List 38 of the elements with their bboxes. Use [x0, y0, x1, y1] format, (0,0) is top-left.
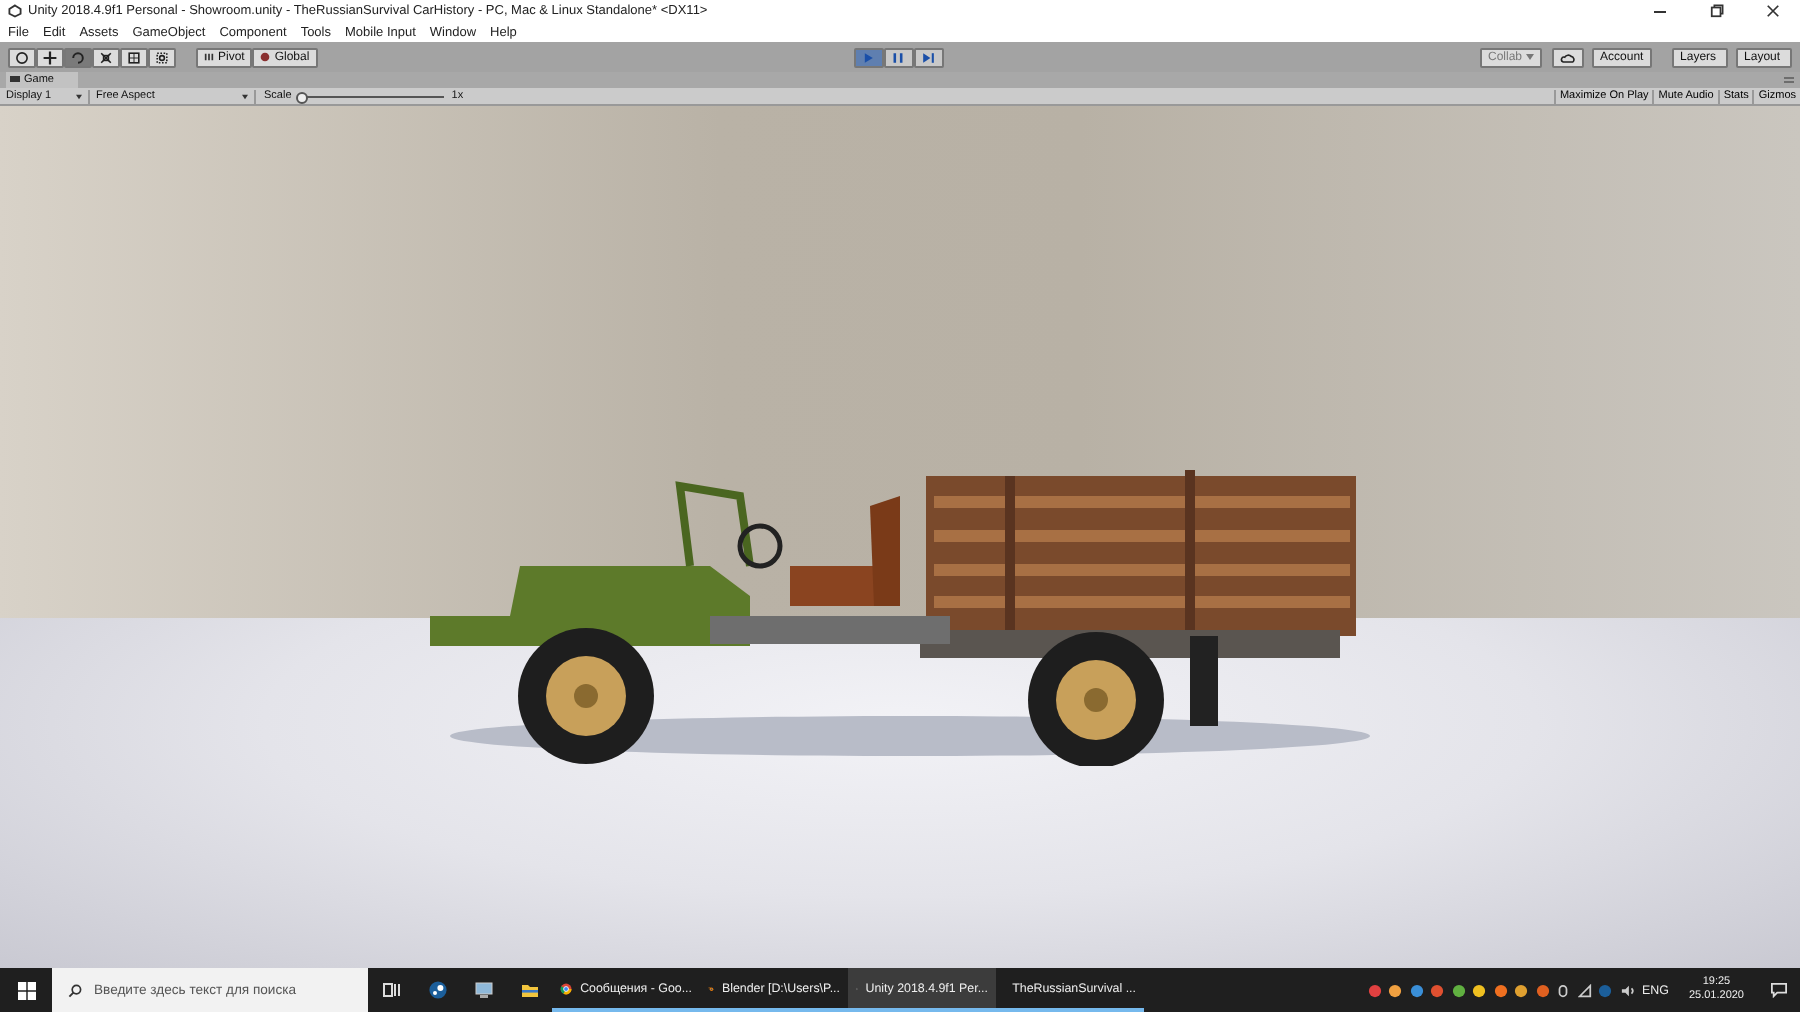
- tool-button[interactable]: [120, 47, 148, 67]
- scale-slider[interactable]: [299, 92, 444, 100]
- tool-button[interactable]: [8, 47, 36, 67]
- tool-button[interactable]: [92, 47, 120, 67]
- rotate-icon: [70, 49, 86, 65]
- play-button[interactable]: [853, 47, 884, 67]
- notification-icon[interactable]: [1769, 982, 1787, 998]
- tool-button[interactable]: [64, 47, 92, 67]
- game-controller-icon: [10, 76, 20, 84]
- usb-device-icon[interactable]: [1556, 983, 1571, 997]
- globe-icon: [260, 52, 271, 62]
- pause-icon: [890, 49, 907, 65]
- scale-arrows-icon: [98, 49, 114, 65]
- speaker-icon[interactable]: [1619, 983, 1636, 997]
- caret-icon: [1526, 54, 1535, 60]
- move-arrows-icon: [42, 49, 58, 65]
- cloud-button[interactable]: [1552, 47, 1585, 67]
- chrome-logo-icon: [560, 979, 573, 997]
- play-icon: [860, 49, 877, 65]
- caret-icon: [242, 93, 248, 99]
- windows-start-icon[interactable]: [17, 981, 35, 999]
- restore-icon[interactable]: [1710, 4, 1724, 18]
- network-icon[interactable]: [1577, 983, 1592, 997]
- tool-button[interactable]: [36, 47, 64, 67]
- step-icon: [920, 49, 937, 65]
- computer-icon[interactable]: [473, 980, 493, 1000]
- pause-button[interactable]: [883, 47, 914, 67]
- folder-icon[interactable]: [519, 980, 539, 1000]
- task-view-icon[interactable]: [381, 980, 401, 1000]
- tool-button[interactable]: [148, 47, 176, 67]
- rect-grid-icon: [126, 49, 142, 65]
- transform-icon: [154, 49, 170, 65]
- step-button[interactable]: [913, 47, 944, 67]
- caret-icon: [76, 93, 82, 99]
- cloud-icon: [1560, 51, 1577, 63]
- app-logo-icon: [8, 4, 22, 18]
- close-icon[interactable]: [1766, 4, 1780, 18]
- pivot-icon: [204, 52, 214, 62]
